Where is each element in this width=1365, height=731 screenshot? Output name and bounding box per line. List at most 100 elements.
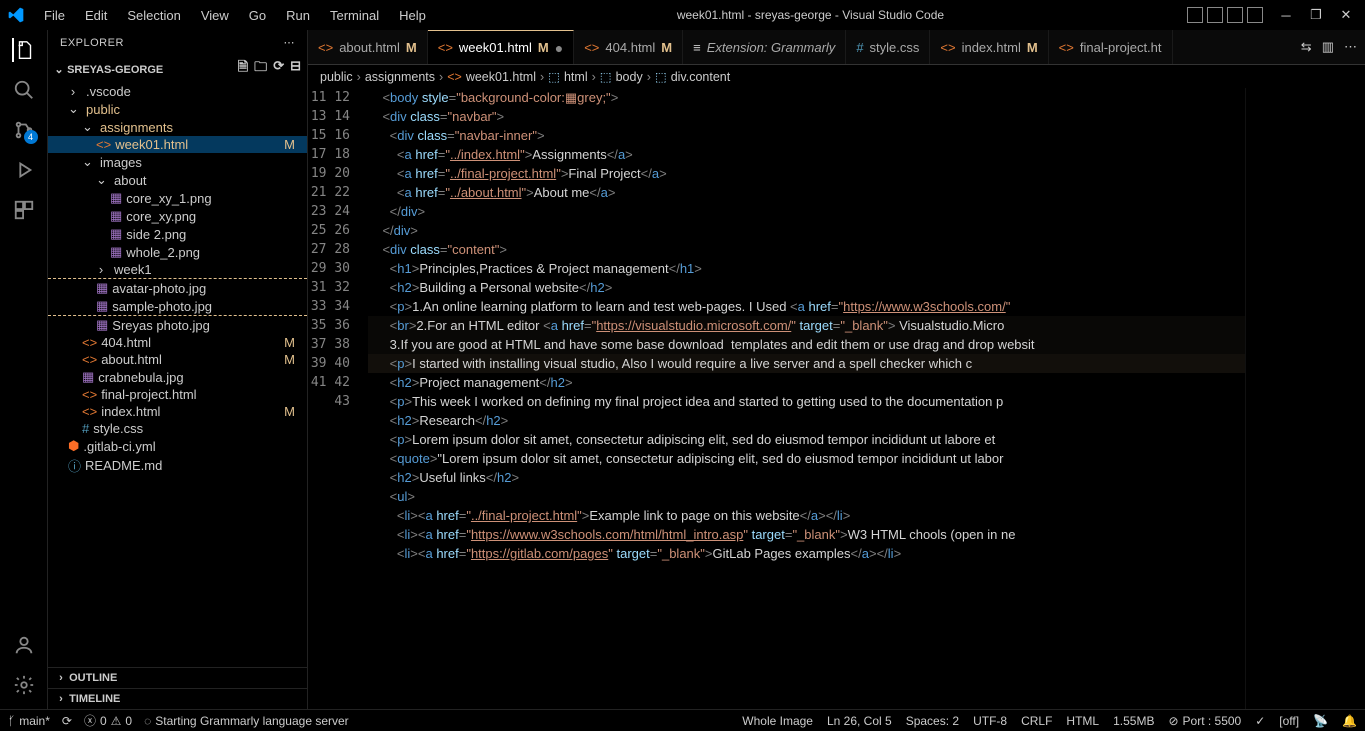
tree-item-week1[interactable]: ›week1 (48, 261, 307, 278)
search-icon[interactable] (12, 78, 36, 102)
compare-icon[interactable]: ⇆ (1301, 39, 1312, 55)
extensions-icon[interactable] (12, 198, 36, 222)
breadcrumb[interactable]: public › assignments ›<> week01.html ›⬚ … (308, 65, 1365, 88)
tree-item-core-xy-png[interactable]: ▦core_xy.png (48, 207, 307, 225)
layout-right-icon[interactable] (1227, 7, 1243, 23)
menu-selection[interactable]: Selection (119, 4, 188, 27)
indentation-status[interactable]: Spaces: 2 (906, 714, 959, 728)
sync-icon[interactable]: ⟳ (62, 714, 72, 728)
tree-item-style-css[interactable]: #style.css (48, 420, 307, 437)
bell-icon[interactable]: 🔔 (1342, 714, 1357, 728)
debug-icon[interactable] (12, 158, 36, 182)
prettier-check-icon[interactable]: ✓ (1255, 714, 1265, 728)
tab-extension--grammarly[interactable]: ≡Extension: Grammarly (683, 30, 846, 64)
tree-item-public[interactable]: ⌄public (48, 100, 307, 118)
tree-item-crabnebula-jpg[interactable]: ▦crabnebula.jpg (48, 368, 307, 386)
outline-section[interactable]: › OUTLINE (48, 667, 307, 688)
tree-item-whole-2-png[interactable]: ▦whole_2.png (48, 243, 307, 261)
menu-terminal[interactable]: Terminal (322, 4, 387, 27)
broadcast-icon[interactable]: 📡 (1313, 714, 1328, 728)
file-tree[interactable]: ›.vscode⌄public⌄assignments<>week01.html… (48, 83, 307, 667)
menu-go[interactable]: Go (241, 4, 274, 27)
filesize-status[interactable]: 1.55MB (1113, 714, 1154, 728)
workspace-name: SREYAS-GEORGE (67, 64, 163, 76)
problems-indicator[interactable]: ⓧ 0 ⚠ 0 (84, 712, 132, 729)
tab-bar[interactable]: <>about.html M<>week01.html M ●<>404.htm… (308, 30, 1365, 65)
img-icon: ▦ (110, 226, 122, 242)
timeline-section[interactable]: › TIMELINE (48, 688, 307, 709)
menu-edit[interactable]: Edit (77, 4, 115, 27)
grammarly-status[interactable]: ◌ Starting Grammarly language server (144, 714, 349, 728)
close-button[interactable]: ✕ (1335, 4, 1357, 26)
layout-full-icon[interactable] (1247, 7, 1263, 23)
tree-item-core-xy-1-png[interactable]: ▦core_xy_1.png (48, 189, 307, 207)
tree-item-side-2-png[interactable]: ▦side 2.png (48, 225, 307, 243)
layout-bottom-icon[interactable] (1207, 7, 1223, 23)
collapse-icon[interactable]: ⊟ (290, 58, 301, 80)
scm-icon[interactable]: 4 (12, 118, 36, 142)
html-icon: <> (438, 40, 453, 55)
tree-item-404-html[interactable]: <>404.htmlM (48, 334, 307, 351)
menu-file[interactable]: File (36, 4, 73, 27)
tree-item-readme-md[interactable]: ⓘREADME.md (48, 455, 307, 476)
tree-item-sreyas-photo-jpg[interactable]: ▦Sreyas photo.jpg (48, 316, 307, 334)
line-gutter: 11 12 13 14 15 16 17 18 19 20 21 22 23 2… (308, 88, 368, 709)
maximize-button[interactable]: ❐ (1305, 4, 1327, 26)
tab-404-html[interactable]: <>404.html M (574, 30, 683, 64)
whole-image-status[interactable]: Whole Image (742, 714, 813, 728)
tree-item-about[interactable]: ⌄about (48, 171, 307, 189)
branch-indicator[interactable]: ᚶ main* (8, 714, 50, 728)
explorer-icon[interactable] (12, 38, 36, 62)
eol-status[interactable]: CRLF (1021, 714, 1052, 728)
tree-item-final-project-html[interactable]: <>final-project.html (48, 386, 307, 403)
new-file-icon[interactable]: 🗎 (238, 58, 248, 80)
tree-item-images[interactable]: ⌄images (48, 153, 307, 171)
minimize-button[interactable]: ─ (1275, 4, 1297, 26)
minimap[interactable] (1245, 88, 1365, 709)
breadcrumb-item[interactable]: html (564, 70, 588, 84)
breadcrumb-item[interactable]: week01.html (466, 70, 536, 84)
tree-item-index-html[interactable]: <>index.htmlM (48, 403, 307, 420)
refresh-icon[interactable]: ⟳ (273, 58, 284, 80)
code-editor[interactable]: <body style="background-color:▦grey;"> <… (368, 88, 1245, 709)
explorer-more-icon[interactable]: ⋯ (284, 36, 296, 49)
tree-item-week01-html[interactable]: <>week01.htmlM (48, 136, 307, 153)
cursor-position[interactable]: Ln 26, Col 5 (827, 714, 892, 728)
new-folder-icon[interactable]: 🗀 (254, 58, 267, 80)
menu-run[interactable]: Run (278, 4, 318, 27)
workspace-header[interactable]: ⌄ SREYAS-GEORGE 🗎 🗀 ⟳ ⊟ (48, 55, 307, 83)
html-icon: <> (82, 335, 97, 350)
menu-view[interactable]: View (193, 4, 237, 27)
tree-item-sample-photo-jpg[interactable]: ▦sample-photo.jpg (48, 297, 307, 316)
breadcrumb-item[interactable]: body (616, 70, 643, 84)
layout-icons[interactable] (1187, 7, 1263, 23)
breadcrumb-item[interactable]: assignments (365, 70, 435, 84)
window-title: week01.html - sreyas-george - Visual Stu… (434, 8, 1187, 22)
tab-style-css[interactable]: #style.css (846, 30, 930, 64)
tree-item--gitlab-ci-yml[interactable]: ⬢.gitlab-ci.yml (48, 437, 307, 455)
img-icon: ▦ (110, 244, 122, 260)
editor-body[interactable]: 11 12 13 14 15 16 17 18 19 20 21 22 23 2… (308, 88, 1365, 709)
tab-final-project-ht[interactable]: <>final-project.ht (1049, 30, 1173, 64)
html-icon: <> (96, 137, 111, 152)
tab-index-html[interactable]: <>index.html M (930, 30, 1048, 64)
settings-gear-icon[interactable] (12, 673, 36, 697)
layout-left-icon[interactable] (1187, 7, 1203, 23)
split-icon[interactable]: ▥ (1322, 39, 1334, 55)
tree-item--vscode[interactable]: ›.vscode (48, 83, 307, 100)
tree-item-avatar-photo-jpg[interactable]: ▦avatar-photo.jpg (48, 278, 307, 297)
scm-badge: 4 (24, 130, 38, 144)
tree-item-assignments[interactable]: ⌄assignments (48, 118, 307, 136)
breadcrumb-item[interactable]: public (320, 70, 353, 84)
account-icon[interactable] (12, 633, 36, 657)
breadcrumb-item[interactable]: div.content (671, 70, 731, 84)
liveserver-port[interactable]: ⊘ Port : 5500 (1168, 714, 1241, 728)
off-status[interactable]: [off] (1279, 714, 1299, 728)
tab-week01-html[interactable]: <>week01.html M ● (428, 30, 574, 64)
language-status[interactable]: HTML (1066, 714, 1099, 728)
menu-help[interactable]: Help (391, 4, 434, 27)
encoding-status[interactable]: UTF-8 (973, 714, 1007, 728)
tab-about-html[interactable]: <>about.html M (308, 30, 428, 64)
more-icon[interactable]: ⋯ (1344, 39, 1357, 55)
tree-item-about-html[interactable]: <>about.htmlM (48, 351, 307, 368)
